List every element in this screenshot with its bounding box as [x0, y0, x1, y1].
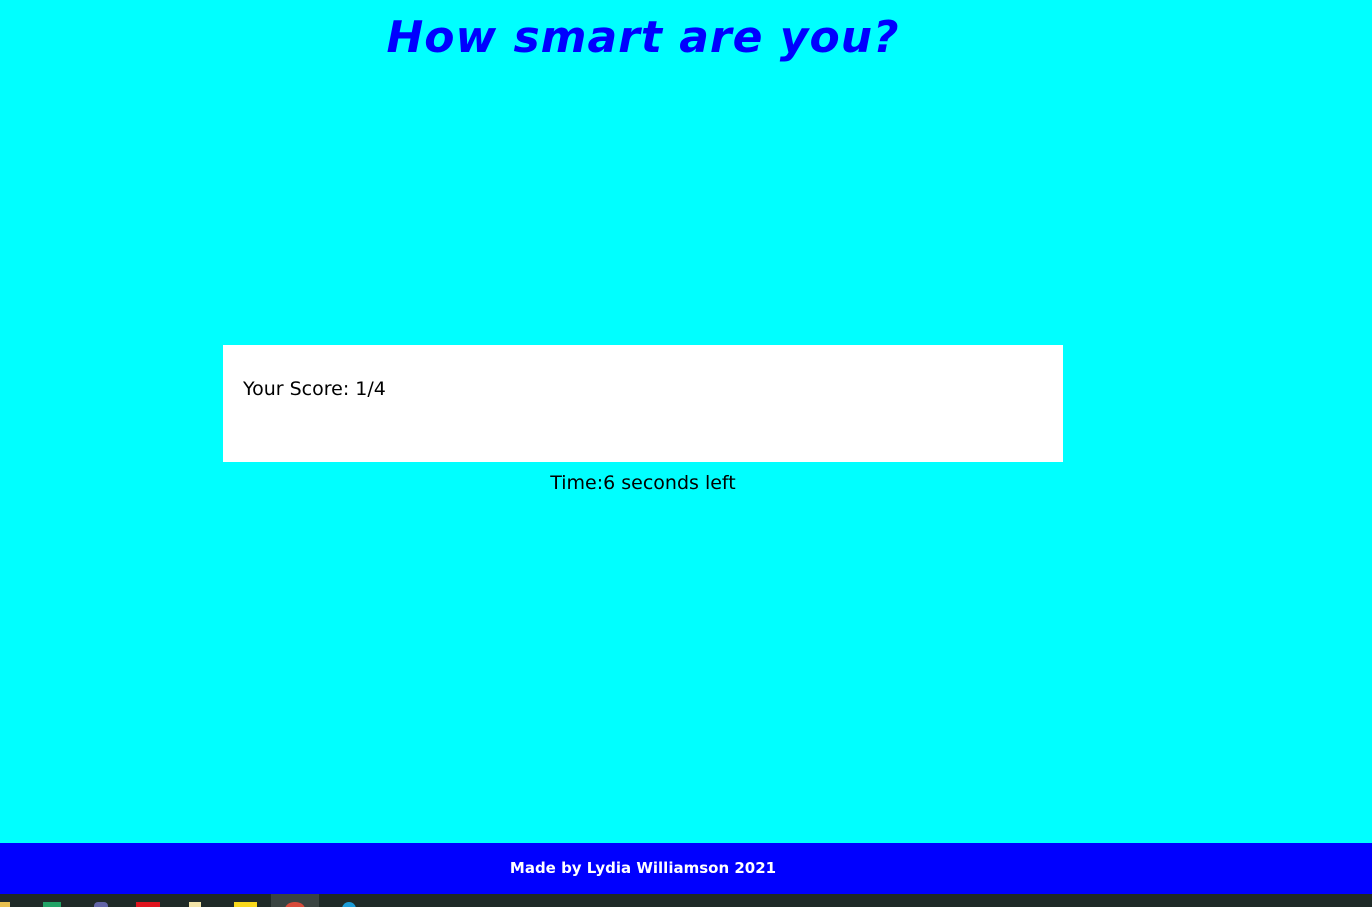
- footer-credit: Made by Lydia Williamson 2021: [509, 859, 777, 877]
- notes-app-icon[interactable]: [189, 902, 201, 907]
- footer: Made by Lydia Williamson 2021: [0, 843, 1372, 894]
- score-card: Your Score: 1/4: [223, 345, 1063, 462]
- score-text: Your Score: 1/4: [243, 378, 386, 400]
- teams-app-icon[interactable]: [94, 902, 108, 907]
- spreadsheet-app-icon[interactable]: [43, 902, 61, 907]
- pdf-app-icon[interactable]: [136, 902, 160, 907]
- edge-browser-icon[interactable]: [342, 902, 356, 907]
- sticky-notes-icon[interactable]: [234, 902, 257, 907]
- taskbar: [0, 894, 1372, 907]
- file-explorer-icon[interactable]: [0, 902, 10, 907]
- timer-text: Time:6 seconds left: [550, 472, 736, 494]
- page-title: How smart are you?: [386, 12, 900, 63]
